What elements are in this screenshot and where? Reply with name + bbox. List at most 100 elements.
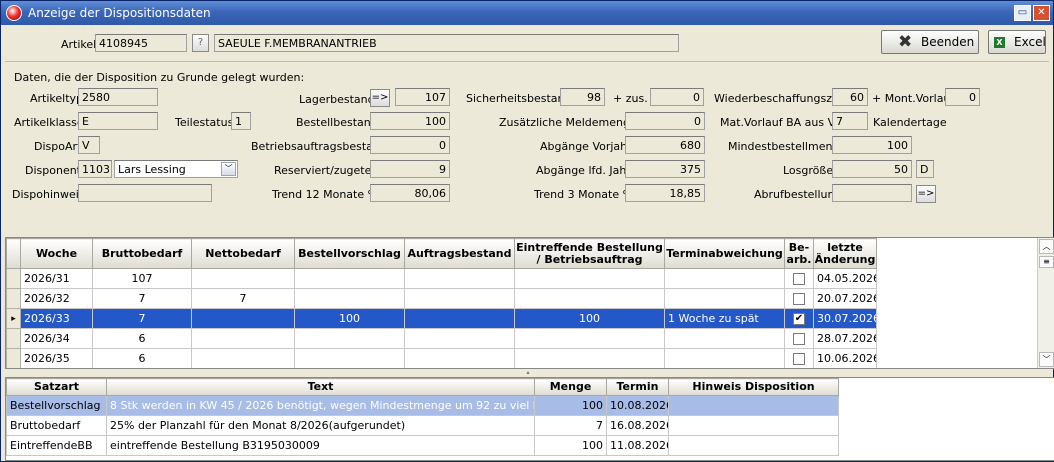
cell-termin[interactable]: 11.08.2026 <box>606 435 669 456</box>
cell-eintreffend[interactable]: 100 <box>514 308 665 329</box>
scroll-up-icon[interactable]: ︿ <box>1039 239 1054 254</box>
cell-terminabweichung[interactable] <box>664 328 785 349</box>
cell-bestellvorschlag[interactable] <box>294 288 405 309</box>
scroll-thumb[interactable]: ≡ <box>1039 256 1054 268</box>
abrufbestellung-field[interactable] <box>832 184 912 202</box>
cell-woche[interactable]: 2026/32 <box>20 288 93 309</box>
scroll-down-icon[interactable]: ﹀ <box>1039 352 1054 367</box>
cell-hinweis[interactable] <box>668 395 839 416</box>
cell-auftragsbestand[interactable] <box>404 268 515 289</box>
grid1-row[interactable]: 2026/32 7 7 20.07.2026 <box>6 288 877 309</box>
cell-eintreffend[interactable] <box>514 348 665 368</box>
cell-terminabweichung[interactable]: 1 Woche zu spät <box>664 308 785 329</box>
col-satzart[interactable]: Satzart <box>6 378 107 396</box>
losgroesse-field[interactable]: 50 <box>832 160 912 178</box>
zus-meldemenge-field[interactable]: 0 <box>625 112 705 130</box>
bestellbestand-field[interactable]: 100 <box>370 112 450 130</box>
cell-satzart[interactable]: EintreffendeBB <box>6 435 107 456</box>
teilestatus-field[interactable]: 1 <box>231 112 251 130</box>
cell-letzte-aenderung[interactable]: 28.07.2026 <box>813 328 877 349</box>
bearbeitet-checkbox[interactable] <box>793 353 805 365</box>
cell-menge[interactable]: 7 <box>534 415 607 436</box>
cell-auftragsbestand[interactable] <box>404 308 515 329</box>
dispohinweis-field[interactable] <box>78 184 212 202</box>
cell-woche[interactable]: 2026/33 <box>20 308 93 329</box>
col-terminabweichung[interactable]: Terminabweichung <box>664 238 785 269</box>
cell-bruttobedarf[interactable]: 7 <box>92 308 192 329</box>
cell-nettobedarf[interactable] <box>191 348 295 368</box>
col-letzte-aenderung[interactable]: letzte Änderung <box>813 238 877 269</box>
cell-bruttobedarf[interactable]: 7 <box>92 288 192 309</box>
grid1-row[interactable]: 2026/35 6 10.06.2026 <box>6 348 877 368</box>
cell-bearbeitet[interactable]: ✔ <box>784 308 814 329</box>
cell-letzte-aenderung[interactable]: 20.07.2026 <box>813 288 877 309</box>
cell-woche[interactable]: 2026/34 <box>20 328 93 349</box>
cell-hinweis[interactable] <box>668 435 839 456</box>
cell-bestellvorschlag[interactable]: 100 <box>294 308 405 329</box>
cell-bearbeitet[interactable] <box>784 328 814 349</box>
col-text[interactable]: Text <box>106 378 535 396</box>
col-bestellvorschlag[interactable]: Bestellvorschlag <box>294 238 405 269</box>
wbz-field[interactable]: 60 <box>832 88 868 106</box>
cell-bruttobedarf[interactable]: 107 <box>92 268 192 289</box>
help-button[interactable]: ? <box>192 34 209 52</box>
losgroesse-unit-field[interactable]: D <box>916 160 934 178</box>
cell-letzte-aenderung[interactable]: 04.05.2026 <box>813 268 877 289</box>
artikel-nr-field[interactable]: 4108945 <box>95 34 187 52</box>
abgaenge-vorjahr-field[interactable]: 680 <box>625 136 705 154</box>
bearbeitet-checkbox[interactable] <box>793 273 805 285</box>
cell-menge[interactable]: 100 <box>534 435 607 456</box>
zus-field[interactable]: 0 <box>650 88 704 106</box>
cell-hinweis[interactable] <box>668 415 839 436</box>
artikelklasse-field[interactable]: E <box>78 112 158 130</box>
col-woche[interactable]: Woche <box>20 238 93 269</box>
cell-terminabweichung[interactable] <box>664 268 785 289</box>
montvorlauf-field[interactable]: 0 <box>945 88 980 106</box>
cell-nettobedarf[interactable]: 7 <box>191 288 295 309</box>
col-auftragsbestand[interactable]: Auftragsbestand <box>404 238 515 269</box>
col-bearbeitet[interactable]: Be-arb. <box>784 238 814 269</box>
cell-termin[interactable]: 16.08.2026 <box>606 415 669 436</box>
col-hinweis-disposition[interactable]: Hinweis Disposition <box>668 378 839 396</box>
cell-terminabweichung[interactable] <box>664 348 785 368</box>
cell-bruttobedarf[interactable]: 6 <box>92 348 192 368</box>
col-nettobedarf[interactable]: Nettobedarf <box>191 238 295 269</box>
grid1-row[interactable]: ▸ 2026/33 7 100 100 1 Woche zu spät ✔ 30.07.202… <box>6 308 877 329</box>
minimize-button[interactable]: ▭ <box>1014 5 1031 21</box>
grid2-row[interactable]: EintreffendeBB eintreffende Bestellung B3… <box>6 435 839 456</box>
col-menge[interactable]: Menge <box>534 378 607 396</box>
cell-letzte-aenderung[interactable]: 10.06.2026 <box>813 348 877 368</box>
cell-eintreffend[interactable] <box>514 328 665 349</box>
matvorlauf-field[interactable]: 7 <box>832 112 868 130</box>
cell-nettobedarf[interactable] <box>191 308 295 329</box>
dispoart-field[interactable]: V <box>78 136 100 154</box>
cell-bestellvorschlag[interactable] <box>294 268 405 289</box>
col-termin[interactable]: Termin <box>606 378 669 396</box>
chevron-down-icon[interactable]: ﹀ <box>221 162 236 176</box>
bearbeitet-checkbox[interactable] <box>793 333 805 345</box>
beenden-button[interactable]: ✖ Beenden <box>881 30 979 54</box>
cell-auftragsbestand[interactable] <box>404 288 515 309</box>
cell-bestellvorschlag[interactable] <box>294 328 405 349</box>
abgaenge-lfd-field[interactable]: 375 <box>625 160 705 178</box>
splitter-handle[interactable]: ▴ <box>5 370 1051 376</box>
bearbeitet-checkbox[interactable]: ✔ <box>793 313 805 325</box>
cell-menge[interactable]: 100 <box>534 395 607 416</box>
trend3-field[interactable]: 18,85 <box>625 184 705 202</box>
abruf-detail-button[interactable]: => <box>916 185 936 203</box>
cell-auftragsbestand[interactable] <box>404 348 515 368</box>
cell-text[interactable]: 8 Stk werden in KW 45 / 2026 benötigt, w… <box>106 395 535 416</box>
disponent-nr-field[interactable]: 1103 <box>78 160 112 178</box>
cell-satzart[interactable]: Bruttobedarf <box>6 415 107 436</box>
col-eintreffende-bestellung[interactable]: Eintreffende Bestellung / Betriebsauftra… <box>514 238 665 269</box>
cell-satzart[interactable]: Bestellvorschlag <box>6 395 107 416</box>
cell-eintreffend[interactable] <box>514 288 665 309</box>
cell-bestellvorschlag[interactable] <box>294 348 405 368</box>
lagerbestand-field[interactable]: 107 <box>395 88 450 106</box>
cell-bearbeitet[interactable] <box>784 268 814 289</box>
betriebsauftragsbestand-field[interactable]: 0 <box>370 136 450 154</box>
cell-termin[interactable]: 10.08.2026 <box>606 395 669 416</box>
artikel-name-field[interactable]: SAEULE F.MEMBRANANTRIEB <box>214 34 679 52</box>
grid1-row[interactable]: 2026/34 6 28.07.2026 <box>6 328 877 349</box>
cell-bruttobedarf[interactable]: 6 <box>92 328 192 349</box>
